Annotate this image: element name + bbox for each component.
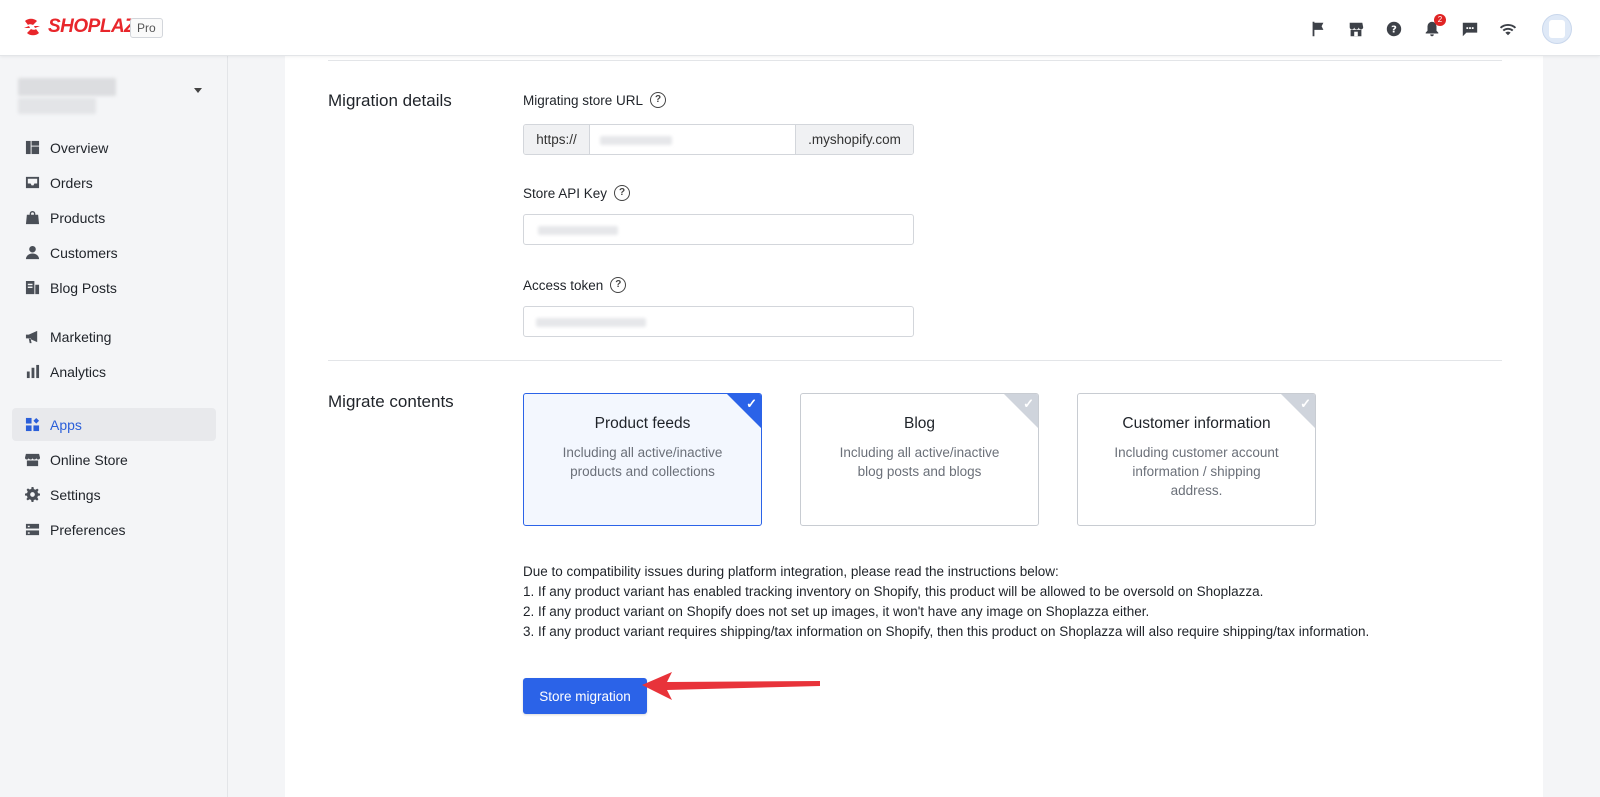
url-prefix: https:// xyxy=(524,125,590,154)
user-avatar[interactable] xyxy=(1542,14,1572,44)
nav-group-store: Apps Online Store Settings Preferences xyxy=(12,408,216,548)
option-title: Customer information xyxy=(1122,415,1271,432)
checkmark-icon: ✓ xyxy=(1300,396,1311,411)
server-icon xyxy=(24,522,40,538)
wifi-icon[interactable] xyxy=(1498,19,1518,39)
sidebar-item-label: Orders xyxy=(50,174,93,191)
sidebar-item-overview[interactable]: Overview xyxy=(12,131,216,164)
dashboard-icon xyxy=(24,140,40,156)
bar-chart-icon xyxy=(24,364,40,380)
store-icon[interactable] xyxy=(1346,19,1366,39)
instruction-item: 1. If any product variant has enabled tr… xyxy=(523,584,1264,599)
option-title: Product feeds xyxy=(594,415,691,432)
sidebar-item-preferences[interactable]: Preferences xyxy=(12,513,216,546)
checkmark-icon: ✓ xyxy=(746,396,757,411)
migration-details-title: Migration details xyxy=(328,91,452,110)
person-icon xyxy=(24,245,40,261)
checkmark-icon: ✓ xyxy=(1023,396,1034,411)
store-url-input[interactable] xyxy=(590,125,795,154)
sidebar-item-label: Customers xyxy=(50,244,118,261)
chevron-down-icon xyxy=(194,88,202,93)
access-token-input[interactable] xyxy=(523,306,914,337)
api-key-label: Store API Key ? xyxy=(523,185,631,201)
megaphone-icon xyxy=(24,329,40,345)
store-name-redacted xyxy=(18,78,116,96)
store-url-field: https:// .myshopify.com xyxy=(523,124,914,155)
plan-badge: Pro xyxy=(130,18,163,38)
option-product-feeds[interactable]: ✓ Product feeds Including all active/ina… xyxy=(523,393,762,526)
nav-group-growth: Marketing Analytics xyxy=(12,320,216,390)
sidebar-item-customers[interactable]: Customers xyxy=(12,236,216,269)
sidebar-item-label: Analytics xyxy=(50,363,107,380)
flag-icon[interactable] xyxy=(1308,19,1328,39)
sidebar-item-label: Settings xyxy=(50,486,101,503)
gear-icon xyxy=(24,487,40,503)
option-description: Including all active/inactive blog posts… xyxy=(839,445,1000,479)
api-key-input[interactable] xyxy=(523,214,914,245)
store-migration-button[interactable]: Store migration xyxy=(523,678,647,714)
sidebar: Overview Orders Products Customers Blog … xyxy=(0,56,228,797)
instruction-item: 3. If any product variant requires shipp… xyxy=(523,624,1370,639)
migration-instructions: Due to compatibility issues during platf… xyxy=(523,562,1369,642)
option-title: Blog xyxy=(903,415,936,432)
chat-icon[interactable] xyxy=(1460,19,1480,39)
instruction-item: 2. If any product variant on Shopify doe… xyxy=(523,604,1150,619)
option-description: Including customer account information /… xyxy=(1114,445,1279,498)
top-icon-bar: ? 2 xyxy=(1308,14,1572,44)
help-icon[interactable]: ? xyxy=(614,185,631,201)
store-url-label: Migrating store URL ? xyxy=(523,92,667,108)
store-selector[interactable] xyxy=(18,78,208,118)
apps-icon xyxy=(24,417,40,433)
sidebar-item-online-store[interactable]: Online Store xyxy=(12,443,216,476)
annotation-arrow-icon xyxy=(642,672,820,700)
sidebar-item-label: Overview xyxy=(50,139,109,156)
notification-count-badge: 2 xyxy=(1434,14,1446,26)
help-icon[interactable]: ? xyxy=(610,277,627,293)
sidebar-item-orders[interactable]: Orders xyxy=(12,166,216,199)
sidebar-item-label: Apps xyxy=(50,416,82,433)
top-bar: SHOPLAZZA Pro ? 2 xyxy=(0,0,1600,56)
sidebar-item-products[interactable]: Products xyxy=(12,201,216,234)
sidebar-item-blog-posts[interactable]: Blog Posts xyxy=(12,271,216,304)
blog-icon xyxy=(24,280,40,296)
sidebar-item-label: Products xyxy=(50,209,106,226)
option-description: Including all active/inactive products a… xyxy=(562,445,723,479)
sidebar-item-label: Blog Posts xyxy=(50,279,117,296)
store-domain-redacted xyxy=(18,98,96,114)
url-suffix: .myshopify.com xyxy=(795,125,913,154)
help-icon[interactable]: ? xyxy=(650,92,667,108)
nav-group-main: Overview Orders Products Customers Blog … xyxy=(12,131,216,306)
sidebar-item-label: Online Store xyxy=(50,451,128,468)
sidebar-item-settings[interactable]: Settings xyxy=(12,478,216,511)
inbox-icon xyxy=(24,175,40,191)
bag-icon xyxy=(24,210,40,226)
storefront-icon xyxy=(24,452,40,468)
migration-form-card: Migration details Migrating store URL ? … xyxy=(285,56,1543,797)
option-blog[interactable]: ✓ Blog Including all active/inactive blo… xyxy=(800,393,1039,526)
sidebar-item-marketing[interactable]: Marketing xyxy=(12,320,216,353)
sidebar-item-label: Marketing xyxy=(50,328,112,345)
access-token-label: Access token ? xyxy=(523,277,627,293)
help-circle-icon[interactable]: ? xyxy=(1384,19,1404,39)
sidebar-item-apps[interactable]: Apps xyxy=(12,408,216,441)
instructions-intro: Due to compatibility issues during platf… xyxy=(523,564,1059,579)
divider xyxy=(328,60,1502,61)
migrate-contents-title: Migrate contents xyxy=(328,392,454,411)
logo-mark-icon xyxy=(22,17,42,37)
bell-icon[interactable]: 2 xyxy=(1422,14,1446,39)
svg-text:?: ? xyxy=(1391,25,1397,36)
divider xyxy=(328,360,1502,361)
option-customer-information[interactable]: ✓ Customer information Including custome… xyxy=(1077,393,1316,526)
sidebar-item-analytics[interactable]: Analytics xyxy=(12,355,216,388)
sidebar-item-label: Preferences xyxy=(50,521,126,538)
